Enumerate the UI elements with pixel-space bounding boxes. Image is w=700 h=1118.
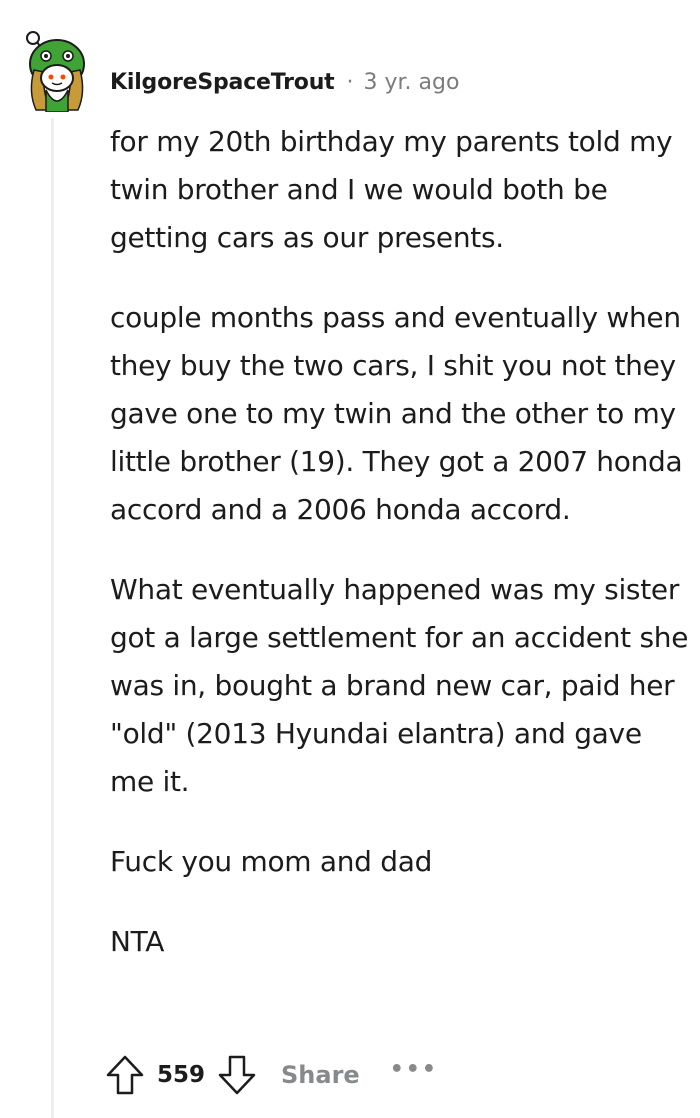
downvote-arrow-icon[interactable] bbox=[217, 1053, 257, 1097]
snoo-avatar-icon bbox=[26, 31, 85, 113]
separator-dot: · bbox=[346, 69, 354, 95]
comment-paragraph: NTA bbox=[110, 925, 165, 958]
vote-score: 559 bbox=[157, 1062, 206, 1088]
avatar[interactable] bbox=[20, 26, 94, 113]
timestamp[interactable]: 3 yr. ago bbox=[364, 70, 460, 95]
username-link[interactable]: KilgoreSpaceTrout bbox=[110, 70, 335, 95]
upvote-arrow-icon[interactable] bbox=[105, 1053, 145, 1097]
comment-paragraph: What eventually happened was my sister g… bbox=[110, 573, 689, 798]
comment-paragraph: for my 20th birthday my parents told my … bbox=[110, 125, 673, 254]
comment-paragraph: couple months pass and eventually when t… bbox=[110, 301, 683, 526]
comment: KilgoreSpaceTrout · 3 yr. ago for my 20t… bbox=[0, 0, 700, 1118]
comment-actions: 559 Share ••• bbox=[105, 1050, 438, 1100]
thread-collapse-line[interactable] bbox=[51, 118, 54, 1118]
comment-body: for my 20th birthday my parents told my … bbox=[110, 118, 690, 998]
more-options-button[interactable]: ••• bbox=[390, 1057, 438, 1082]
comment-paragraph: Fuck you mom and dad bbox=[110, 845, 433, 878]
share-button[interactable]: Share bbox=[281, 1061, 360, 1089]
comment-header: KilgoreSpaceTrout · 3 yr. ago bbox=[110, 62, 459, 102]
